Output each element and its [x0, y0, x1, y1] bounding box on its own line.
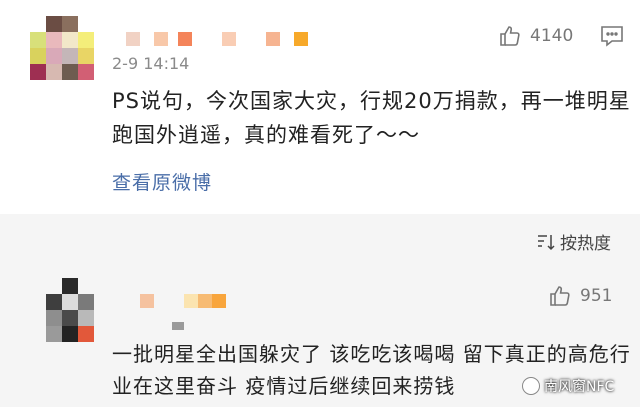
like-button[interactable]: 951	[548, 284, 612, 308]
sort-label: 按热度	[560, 234, 611, 254]
watermark: 南风窗NFC	[522, 376, 614, 396]
thumbs-up-icon	[500, 26, 520, 46]
sort-icon	[538, 234, 555, 250]
like-button[interactable]: 4140	[498, 24, 573, 48]
comment-text: PS说句，今次国家大灾，行规20万捐款，再一堆明星跑国外逍遥，真的难看死了～～	[112, 89, 631, 147]
thumbs-up-icon	[550, 286, 570, 306]
username-obscured[interactable]	[140, 294, 226, 308]
chat-icon	[601, 26, 623, 47]
like-count: 951	[580, 286, 613, 306]
comment-timestamp: 2-9 14:14	[112, 54, 190, 73]
sort-by-hot-button[interactable]: 按热度	[536, 229, 611, 254]
username-obscured-tail	[172, 322, 184, 330]
like-count: 4140	[530, 26, 574, 46]
reply-button[interactable]	[600, 25, 624, 51]
avatar[interactable]	[46, 278, 94, 342]
avatar[interactable]	[30, 16, 94, 80]
username-obscured[interactable]	[126, 32, 308, 46]
watermark-text: 南风窗NFC	[544, 379, 615, 395]
view-original-weibo-link[interactable]: 查看原微博	[112, 168, 212, 195]
watermark-logo-icon	[522, 377, 540, 395]
